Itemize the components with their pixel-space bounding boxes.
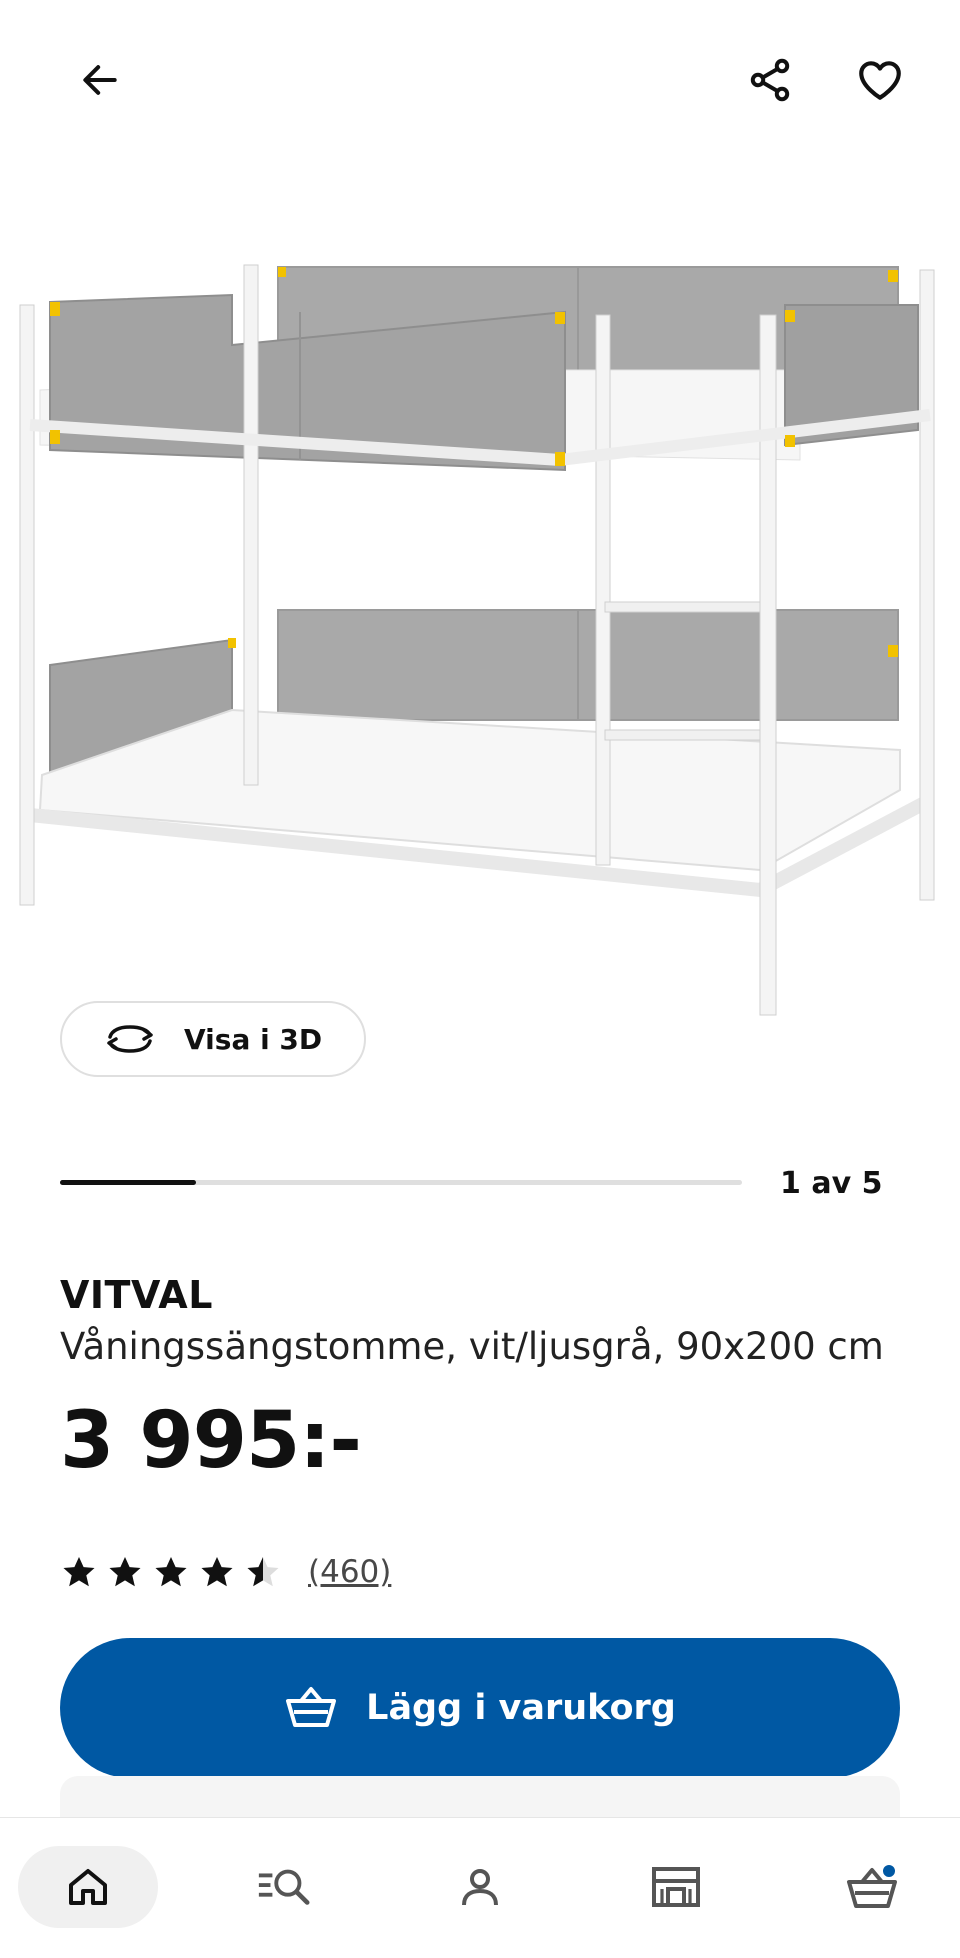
star-icon <box>201 1556 233 1587</box>
product-name: VITVAL <box>60 1273 213 1317</box>
nav-home[interactable] <box>18 1846 158 1928</box>
nav-stores[interactable] <box>606 1846 746 1928</box>
star-icon <box>247 1556 279 1587</box>
home-icon <box>69 1869 107 1905</box>
rotate-3d-icon <box>107 1025 153 1053</box>
view-3d-label: Visa i 3D <box>184 1022 323 1056</box>
nav-search[interactable] <box>214 1846 354 1928</box>
nav-cart[interactable] <box>802 1846 942 1928</box>
add-to-cart-button[interactable]: Lägg i varukorg <box>60 1638 900 1778</box>
share-icon <box>750 58 790 102</box>
rating-stars <box>60 1553 282 1591</box>
person-icon <box>462 1869 498 1906</box>
gallery-progress-text: 1 av 5 <box>780 1166 883 1201</box>
cart-badge <box>880 1862 898 1880</box>
back-button[interactable] <box>60 40 140 120</box>
product-image[interactable] <box>0 230 960 1030</box>
basket-icon <box>286 1687 337 1727</box>
favorite-button[interactable] <box>840 40 920 120</box>
star-icon <box>155 1556 187 1587</box>
store-icon <box>652 1867 700 1907</box>
review-count-link[interactable]: (460) <box>308 1554 391 1590</box>
arrow-left-icon <box>83 65 117 95</box>
cart-basket-icon <box>847 1862 898 1908</box>
star-icon <box>109 1556 141 1587</box>
share-button[interactable] <box>730 40 810 120</box>
gallery-progress-bar <box>60 1180 742 1185</box>
product-price: 3 995:- <box>60 1396 362 1486</box>
product-rating[interactable]: (460) <box>60 1553 391 1591</box>
view-3d-button[interactable]: Visa i 3D <box>60 1001 366 1077</box>
product-description: Våningssängstomme, vit/ljusgrå, 90x200 c… <box>60 1325 884 1368</box>
search-list-icon <box>258 1869 310 1905</box>
star-icon <box>63 1556 95 1587</box>
bottom-navigation <box>0 1817 960 1958</box>
heart-icon <box>859 61 901 100</box>
nav-profile[interactable] <box>410 1846 550 1928</box>
gallery-progress-fill <box>60 1180 197 1185</box>
add-to-cart-label: Lägg i varukorg <box>366 1688 676 1728</box>
